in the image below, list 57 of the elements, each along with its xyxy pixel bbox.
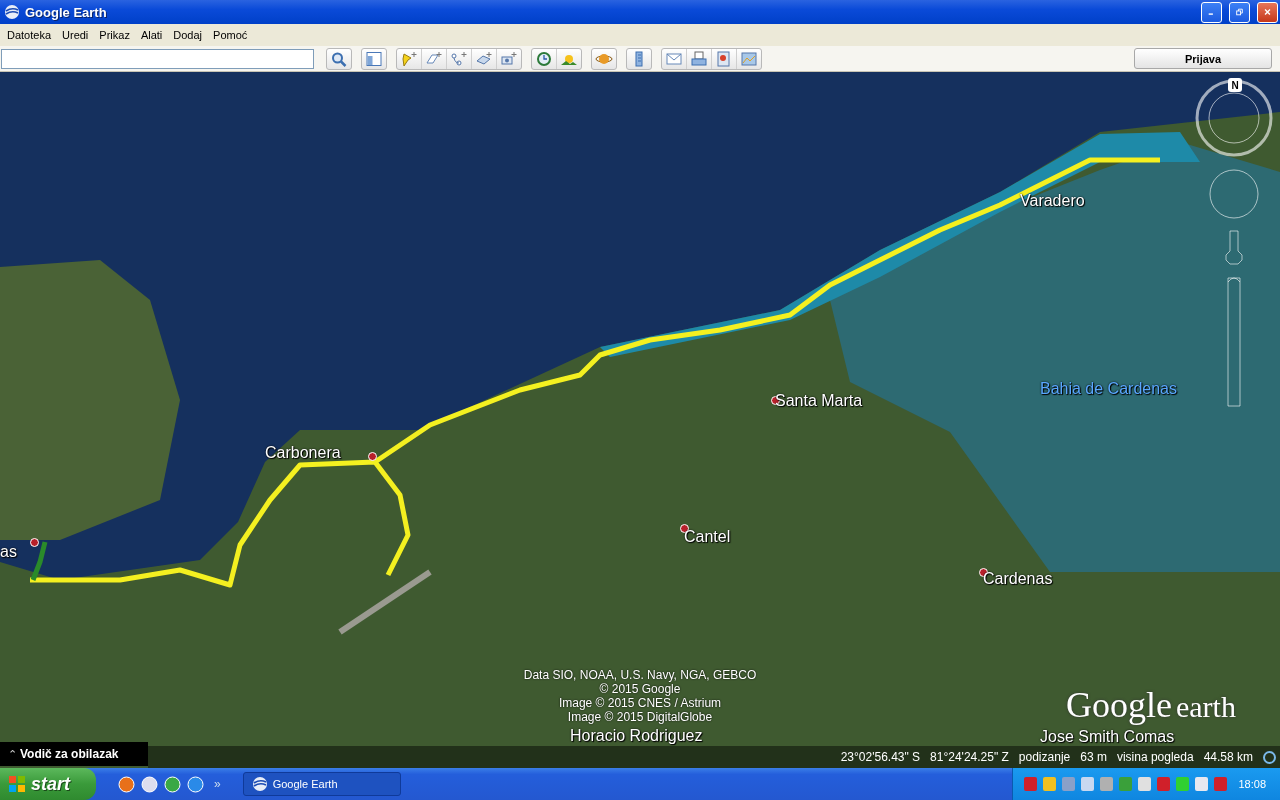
place-label[interactable]: Carbonera — [265, 444, 341, 462]
clock-icon — [535, 50, 553, 67]
place-label[interactable]: Horacio Rodriguez — [570, 727, 703, 745]
place-label[interactable]: Cardenas — [983, 570, 1053, 588]
restore-button[interactable] — [1229, 1, 1250, 23]
close-button[interactable] — [1257, 1, 1278, 23]
status-text: 63 m — [1080, 750, 1107, 764]
compass-north-label[interactable]: N — [1228, 78, 1242, 92]
place-label[interactable]: Varadero — [1020, 192, 1085, 210]
path-icon — [450, 50, 468, 67]
status-text: podizanje — [1018, 750, 1071, 764]
restore-icon — [1236, 7, 1243, 17]
menu-item[interactable]: Datoteka — [2, 29, 58, 41]
attribution-text: © 2015 Google — [599, 682, 681, 696]
image-icon — [740, 50, 758, 67]
status-text: visina pogleda — [1116, 750, 1194, 764]
overlay-icon — [475, 50, 493, 67]
globe-icon — [251, 776, 268, 792]
status-text: 23°02'56.43" S — [840, 750, 921, 764]
polygon-icon — [425, 50, 443, 67]
town-marker-icon — [368, 452, 377, 461]
globe-icon — [4, 4, 20, 20]
taskbar-task[interactable]: Google Earth — [242, 772, 401, 796]
logo-text: Google — [1066, 684, 1172, 726]
windows-flag-icon — [8, 775, 26, 793]
close-icon — [1264, 7, 1271, 17]
status-text: 81°24'24.25" Z — [930, 750, 1009, 764]
sign-in-button[interactable]: Prijava — [1134, 48, 1272, 69]
logo-text: earth — [1176, 690, 1236, 724]
print-icon — [690, 50, 708, 67]
place-label[interactable]: as — [0, 543, 17, 561]
search-icon — [330, 50, 348, 67]
window-title: Google Earth — [25, 4, 108, 20]
menu-item[interactable]: Dodaj — [168, 29, 209, 41]
status-text: 44.58 km — [1203, 750, 1253, 764]
loading-ring-icon — [1263, 750, 1276, 764]
place-label[interactable]: Cantel — [684, 528, 731, 546]
pin-icon — [400, 50, 418, 67]
attribution-text: Image © 2015 DigitalGlobe — [567, 710, 713, 724]
menu-item[interactable]: Pomoć — [208, 29, 254, 41]
menu-item[interactable]: Uredi — [57, 29, 95, 41]
sidebar-icon — [365, 50, 383, 67]
clock-text: 18:08 — [1238, 778, 1266, 790]
start-button[interactable]: start — [0, 768, 96, 800]
attribution-text: Data SIO, NOAA, U.S. Navy, NGA, GEBCO — [523, 668, 757, 682]
email-icon — [665, 50, 683, 67]
attribution-text: Image © 2015 CNES / Astrium — [558, 696, 722, 710]
menu-item[interactable]: Prikaz — [94, 29, 136, 41]
minimize-button[interactable] — [1201, 1, 1222, 23]
more-chevron[interactable]: » — [214, 777, 221, 791]
tour-guide-button[interactable]: ⌃ Vodič za obilazak — [0, 742, 148, 766]
camera-icon — [500, 50, 518, 67]
town-marker-icon — [30, 538, 39, 547]
map-document-icon — [715, 50, 733, 67]
menu-item[interactable]: Alati — [135, 29, 169, 41]
search-field[interactable] — [1, 48, 314, 69]
place-label[interactable]: Jose Smith Comas — [1040, 728, 1175, 746]
